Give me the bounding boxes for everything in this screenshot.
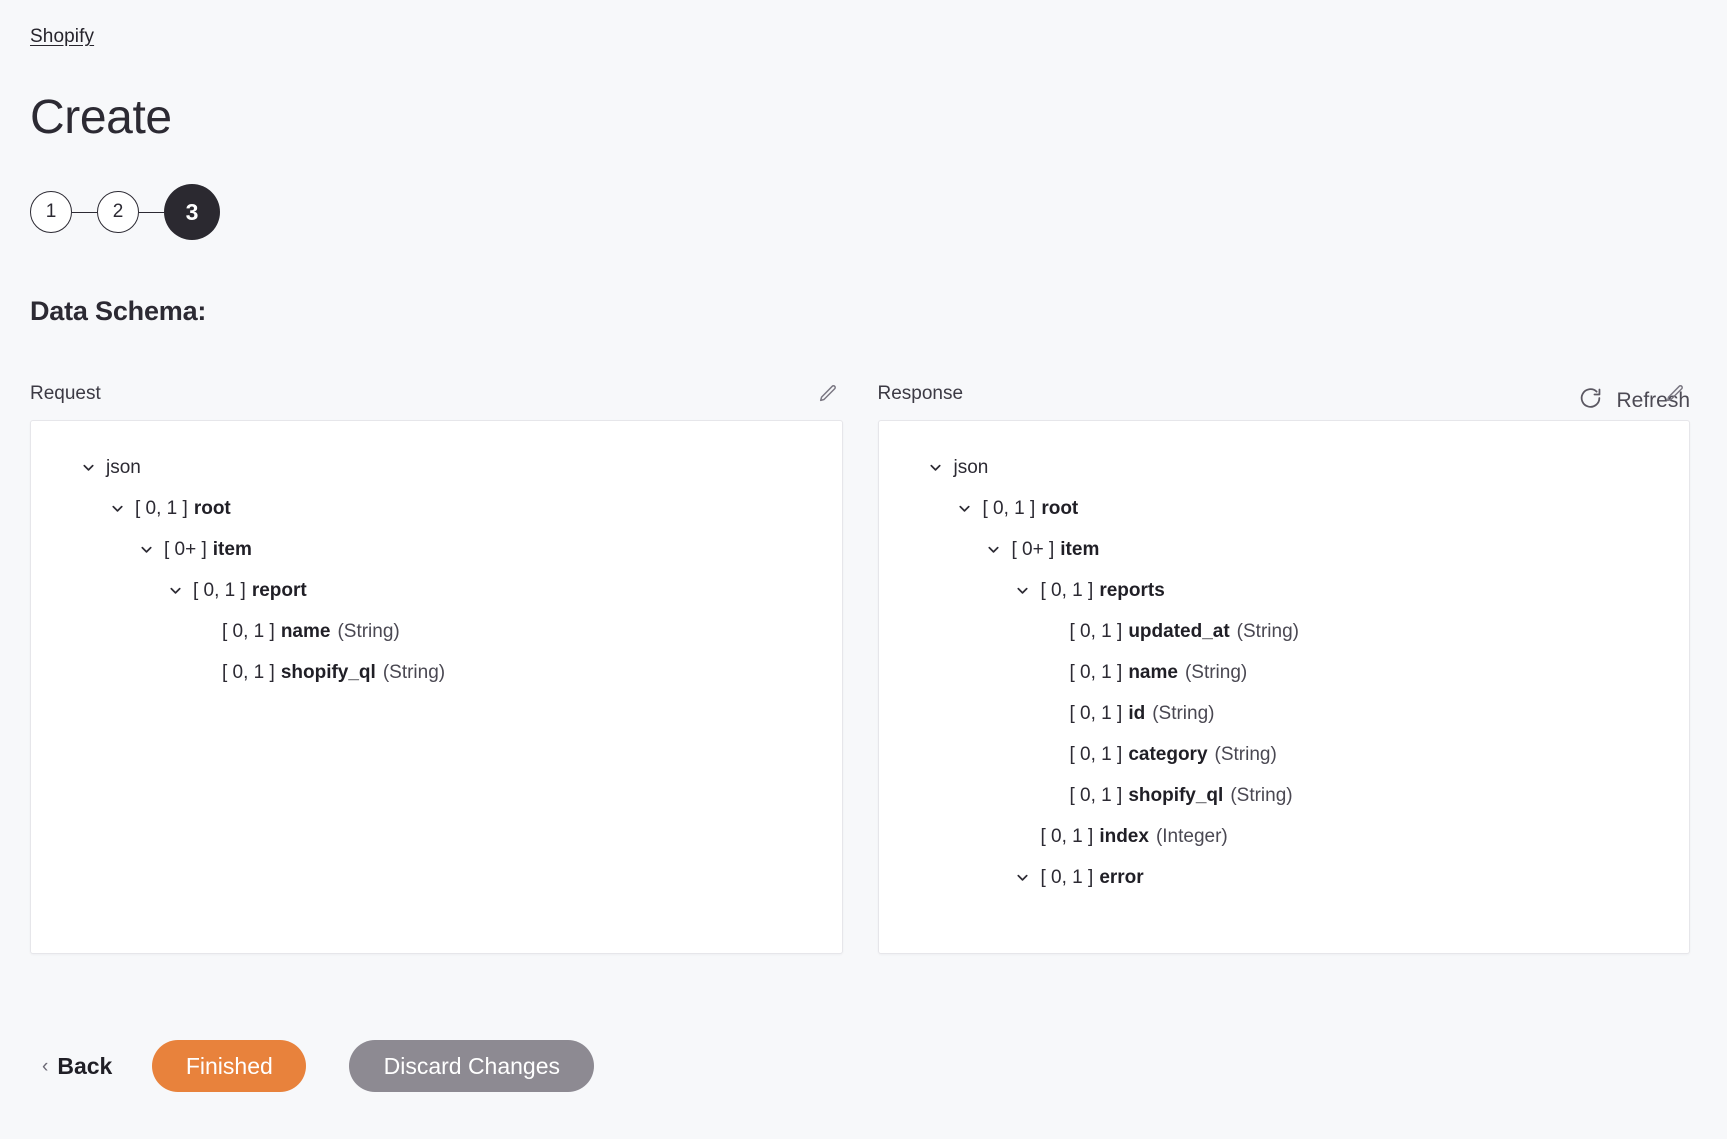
tree-row[interactable]: json xyxy=(31,447,842,488)
chevron-left-icon: ‹ xyxy=(42,1055,49,1077)
tree-row[interactable]: [ 0, 1 ] name (String) xyxy=(879,652,1690,693)
stepper-step-2[interactable]: 2 xyxy=(97,191,139,233)
tree-node-name: item xyxy=(1060,538,1100,560)
tree-row[interactable]: json xyxy=(879,447,1690,488)
tree-node-type: (String) xyxy=(382,661,446,683)
chevron-down-icon[interactable] xyxy=(1012,870,1034,885)
back-button-label: Back xyxy=(57,1052,113,1079)
page-title: Create xyxy=(30,91,172,144)
tree-node-name: error xyxy=(1099,866,1144,888)
pencil-icon xyxy=(1664,385,1686,409)
back-button[interactable]: ‹ Back xyxy=(30,1053,112,1080)
tree-row[interactable]: [ 0, 1 ] report xyxy=(31,570,842,611)
finished-button[interactable]: Finished xyxy=(152,1040,307,1092)
tree-row[interactable]: [ 0, 1 ] error xyxy=(879,857,1690,898)
pencil-icon xyxy=(817,385,839,409)
tree-node-cardinality: [ 0, 1 ] xyxy=(193,579,246,601)
chevron-down-icon[interactable] xyxy=(77,460,99,475)
response-tree: json[ 0, 1 ] root[ 0+ ] item[ 0, 1 ] report… xyxy=(877,420,1690,954)
tree-row[interactable]: [ 0, 1 ] category (String) xyxy=(879,734,1690,775)
tree-row[interactable]: [ 0, 1 ] index (Integer) xyxy=(879,816,1690,857)
stepper-connector xyxy=(72,211,97,213)
tree-row[interactable]: [ 0+ ] item xyxy=(31,529,842,570)
request-panel: Request json[ 0, 1 ] root[ 0+ ] item[ 0, 1… xyxy=(30,371,843,954)
tree-node-name: id xyxy=(1128,702,1146,724)
stepper-connector xyxy=(139,211,164,213)
tree-row[interactable]: [ 0, 1 ] root xyxy=(31,488,842,529)
tree-node-name: report xyxy=(251,579,307,601)
schema-panels: Request json[ 0, 1 ] root[ 0+ ] item[ 0, 1… xyxy=(30,371,1727,954)
tree-node-name: name xyxy=(1128,661,1178,683)
tree-row[interactable]: [ 0, 1 ] shopify_ql (String) xyxy=(879,775,1690,816)
chevron-down-icon[interactable] xyxy=(954,501,976,516)
chevron-down-icon[interactable] xyxy=(135,542,157,557)
chevron-down-icon[interactable] xyxy=(925,460,947,475)
tree-node-name: json xyxy=(953,456,989,478)
stepper-step-1[interactable]: 1 xyxy=(30,191,72,233)
stepper-step-3[interactable]: 3 xyxy=(164,184,220,240)
tree-node-cardinality: [ 0, 1 ] xyxy=(1069,620,1123,642)
tree-node-type: (String) xyxy=(1236,620,1299,642)
request-edit-button[interactable] xyxy=(815,381,841,407)
request-label: Request xyxy=(30,383,101,404)
request-tree: json[ 0, 1 ] root[ 0+ ] item[ 0, 1 ] report… xyxy=(30,420,843,954)
request-panel-header: Request xyxy=(30,371,843,405)
tree-node-name: category xyxy=(1128,743,1208,765)
response-label: Response xyxy=(877,383,964,404)
tree-row[interactable]: [ 0+ ] item xyxy=(879,529,1690,570)
tree-node-name: updated_at xyxy=(1128,620,1230,642)
tree-node-cardinality: [ 0, 1 ] xyxy=(1069,661,1123,683)
chevron-down-icon[interactable] xyxy=(106,501,128,516)
response-panel-header: Response xyxy=(878,371,1691,405)
tree-node-cardinality: [ 0, 1 ] xyxy=(1040,579,1094,601)
tree-node-type: (String) xyxy=(1214,743,1277,765)
section-title-data-schema: Data Schema: xyxy=(30,296,207,326)
tree-row[interactable]: [ 0, 1 ] root xyxy=(879,488,1690,529)
tree-row[interactable]: [ 0, 1 ] name (String) xyxy=(31,611,842,652)
tree-node-type: (String) xyxy=(1184,661,1248,683)
chevron-down-icon[interactable] xyxy=(983,542,1005,557)
tree-node-name: root xyxy=(1041,497,1079,519)
create-data-schema-page: Shopify Create 123 Data Schema: Refresh … xyxy=(0,0,1727,1139)
tree-node-cardinality: [ 0+ ] xyxy=(164,538,207,560)
tree-row[interactable]: [ 0, 1 ] id (String) xyxy=(879,693,1690,734)
tree-node-type: (Integer) xyxy=(1155,825,1228,847)
response-panel: Response json[ 0, 1 ] root[ 0+ ] item[ 0, … xyxy=(877,371,1691,954)
tree-node-type: (String) xyxy=(337,620,400,642)
tree-row[interactable]: [ 0, 1 ] shopify_ql (String) xyxy=(31,652,842,693)
tree-node-cardinality: [ 0, 1 ] xyxy=(1040,866,1094,888)
tree-row[interactable]: [ 0, 1 ] reports xyxy=(879,570,1690,611)
tree-row[interactable]: [ 0, 1 ] updated_at (String) xyxy=(879,611,1690,652)
chevron-down-icon[interactable] xyxy=(1012,583,1034,598)
tree-node-name: root xyxy=(193,497,231,519)
discard-changes-button[interactable]: Discard Changes xyxy=(349,1040,595,1092)
tree-node-cardinality: [ 0, 1 ] xyxy=(135,497,188,519)
stepper: 123 xyxy=(30,184,1727,240)
footer-actions: ‹ Back Finished Discard Changes xyxy=(30,1040,595,1092)
tree-node-cardinality: [ 0, 1 ] xyxy=(1069,743,1123,765)
chevron-down-icon[interactable] xyxy=(164,583,186,598)
tree-node-type: (String) xyxy=(1152,702,1215,724)
tree-node-cardinality: [ 0, 1 ] xyxy=(222,620,275,642)
tree-node-cardinality: [ 0+ ] xyxy=(1011,538,1055,560)
tree-node-name: json xyxy=(106,456,141,478)
tree-node-cardinality: [ 0, 1 ] xyxy=(222,661,275,683)
tree-node-cardinality: [ 0, 1 ] xyxy=(982,497,1036,519)
tree-node-name: shopify_ql xyxy=(280,661,376,683)
tree-node-cardinality: [ 0, 1 ] xyxy=(1040,825,1094,847)
breadcrumb-shopify[interactable]: Shopify xyxy=(30,26,94,48)
tree-node-cardinality: [ 0, 1 ] xyxy=(1069,702,1123,724)
tree-node-cardinality: [ 0, 1 ] xyxy=(1069,784,1123,806)
tree-node-name: item xyxy=(212,538,252,560)
response-edit-button[interactable] xyxy=(1662,381,1688,407)
tree-node-name: index xyxy=(1099,825,1149,847)
tree-node-type: (String) xyxy=(1230,784,1293,806)
tree-node-name: shopify_ql xyxy=(1128,784,1224,806)
tree-node-name: reports xyxy=(1099,579,1165,601)
tree-node-name: name xyxy=(280,620,331,642)
